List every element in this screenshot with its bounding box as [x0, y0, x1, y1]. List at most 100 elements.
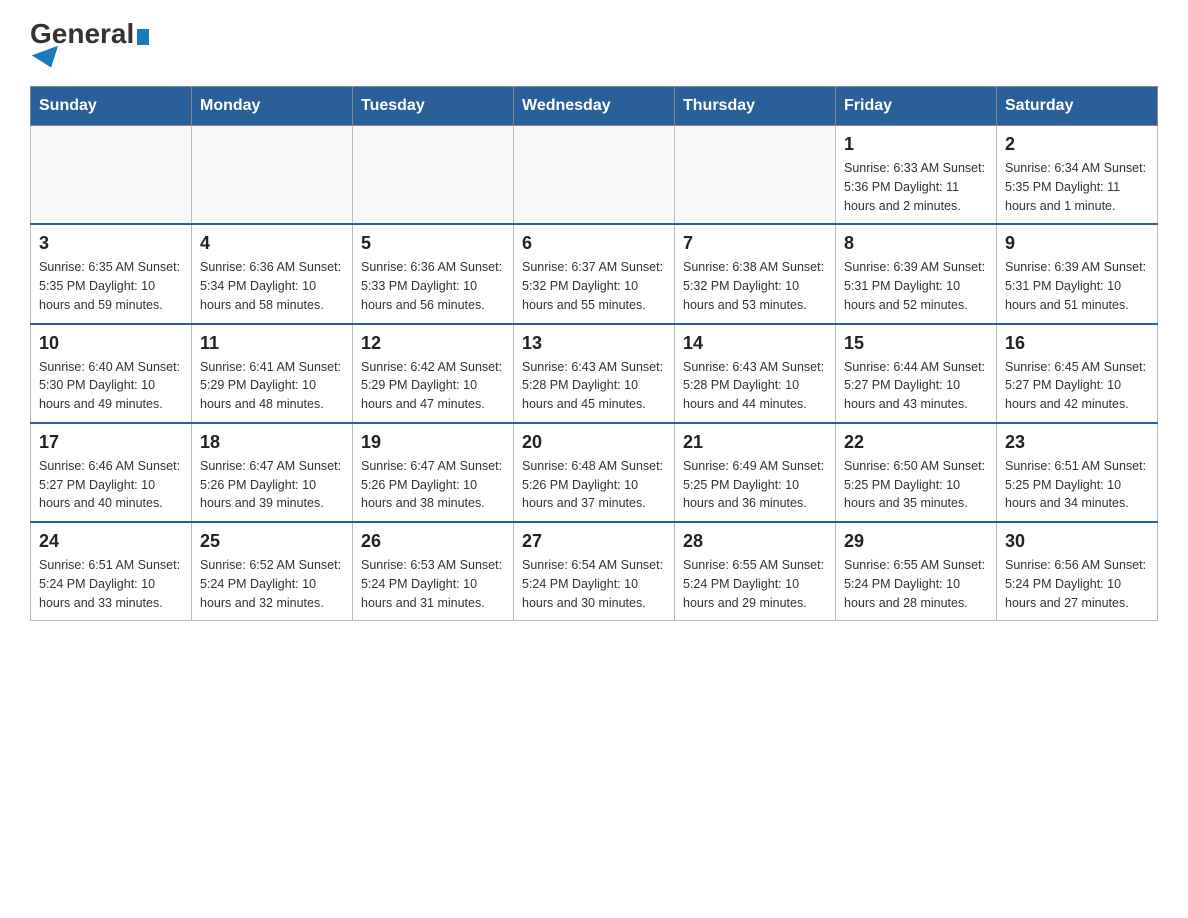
day-number: 3 — [39, 233, 183, 254]
calendar-day-cell: 4 Sunrise: 6:36 AM Sunset: 5:34 PM Daylig… — [192, 224, 353, 323]
calendar-week-row: 17 Sunrise: 6:46 AM Sunset: 5:27 PM Dayli… — [31, 423, 1158, 522]
day-info: Sunrise: 6:38 AM Sunset: 5:32 PM Dayligh… — [683, 258, 827, 314]
day-number: 29 — [844, 531, 988, 552]
day-number: 30 — [1005, 531, 1149, 552]
day-number: 20 — [522, 432, 666, 453]
day-info: Sunrise: 6:43 AM Sunset: 5:28 PM Dayligh… — [683, 358, 827, 414]
calendar-day-cell: 26 Sunrise: 6:53 AM Sunset: 5:24 PM Dayli… — [353, 522, 514, 621]
day-number: 11 — [200, 333, 344, 354]
day-number: 10 — [39, 333, 183, 354]
weekday-header-thursday: Thursday — [675, 87, 836, 126]
day-info: Sunrise: 6:48 AM Sunset: 5:26 PM Dayligh… — [522, 457, 666, 513]
day-info: Sunrise: 6:39 AM Sunset: 5:31 PM Dayligh… — [1005, 258, 1149, 314]
day-number: 4 — [200, 233, 344, 254]
day-number: 28 — [683, 531, 827, 552]
day-info: Sunrise: 6:35 AM Sunset: 5:35 PM Dayligh… — [39, 258, 183, 314]
logo-triangle-icon — [32, 46, 64, 72]
day-number: 26 — [361, 531, 505, 552]
day-info: Sunrise: 6:45 AM Sunset: 5:27 PM Dayligh… — [1005, 358, 1149, 414]
calendar-day-cell: 18 Sunrise: 6:47 AM Sunset: 5:26 PM Dayli… — [192, 423, 353, 522]
calendar-week-row: 1 Sunrise: 6:33 AM Sunset: 5:36 PM Daylig… — [31, 126, 1158, 225]
calendar-day-cell: 24 Sunrise: 6:51 AM Sunset: 5:24 PM Dayli… — [31, 522, 192, 621]
calendar-day-cell — [514, 126, 675, 225]
weekday-header-sunday: Sunday — [31, 87, 192, 126]
calendar-day-cell: 17 Sunrise: 6:46 AM Sunset: 5:27 PM Dayli… — [31, 423, 192, 522]
calendar-day-cell: 6Sunrise: 6:37 AM Sunset: 5:32 PM Daylig… — [514, 224, 675, 323]
calendar-day-cell: 19 Sunrise: 6:47 AM Sunset: 5:26 PM Dayli… — [353, 423, 514, 522]
day-number: 1 — [844, 134, 988, 155]
day-number: 21 — [683, 432, 827, 453]
calendar-day-cell: 20 Sunrise: 6:48 AM Sunset: 5:26 PM Dayli… — [514, 423, 675, 522]
day-number: 7 — [683, 233, 827, 254]
calendar-day-cell — [675, 126, 836, 225]
day-number: 19 — [361, 432, 505, 453]
calendar-day-cell: 13 Sunrise: 6:43 AM Sunset: 5:28 PM Dayli… — [514, 324, 675, 423]
calendar-day-cell: 30 Sunrise: 6:56 AM Sunset: 5:24 PM Dayli… — [997, 522, 1158, 621]
day-info: Sunrise: 6:55 AM Sunset: 5:24 PM Dayligh… — [683, 556, 827, 612]
logo-general-text: General — [30, 20, 149, 48]
day-info: Sunrise: 6:51 AM Sunset: 5:24 PM Dayligh… — [39, 556, 183, 612]
day-number: 5 — [361, 233, 505, 254]
logo-blue-text — [30, 48, 62, 66]
weekday-header-row: SundayMondayTuesdayWednesdayThursdayFrid… — [31, 87, 1158, 126]
day-info: Sunrise: 6:41 AM Sunset: 5:29 PM Dayligh… — [200, 358, 344, 414]
day-info: Sunrise: 6:51 AM Sunset: 5:25 PM Dayligh… — [1005, 457, 1149, 513]
day-number: 17 — [39, 432, 183, 453]
calendar-day-cell: 11 Sunrise: 6:41 AM Sunset: 5:29 PM Dayli… — [192, 324, 353, 423]
day-info: Sunrise: 6:39 AM Sunset: 5:31 PM Dayligh… — [844, 258, 988, 314]
calendar-day-cell: 2 Sunrise: 6:34 AM Sunset: 5:35 PM Daylig… — [997, 126, 1158, 225]
day-info: Sunrise: 6:53 AM Sunset: 5:24 PM Dayligh… — [361, 556, 505, 612]
calendar-day-cell: 12 Sunrise: 6:42 AM Sunset: 5:29 PM Dayli… — [353, 324, 514, 423]
day-info: Sunrise: 6:47 AM Sunset: 5:26 PM Dayligh… — [361, 457, 505, 513]
day-info: Sunrise: 6:49 AM Sunset: 5:25 PM Dayligh… — [683, 457, 827, 513]
day-number: 14 — [683, 333, 827, 354]
weekday-header-friday: Friday — [836, 87, 997, 126]
day-info: Sunrise: 6:54 AM Sunset: 5:24 PM Dayligh… — [522, 556, 666, 612]
calendar-day-cell: 14 Sunrise: 6:43 AM Sunset: 5:28 PM Dayli… — [675, 324, 836, 423]
day-info: Sunrise: 6:36 AM Sunset: 5:33 PM Dayligh… — [361, 258, 505, 314]
day-number: 24 — [39, 531, 183, 552]
weekday-header-saturday: Saturday — [997, 87, 1158, 126]
day-info: Sunrise: 6:36 AM Sunset: 5:34 PM Dayligh… — [200, 258, 344, 314]
day-number: 23 — [1005, 432, 1149, 453]
calendar-day-cell: 10 Sunrise: 6:40 AM Sunset: 5:30 PM Dayli… — [31, 324, 192, 423]
calendar-table: SundayMondayTuesdayWednesdayThursdayFrid… — [30, 86, 1158, 621]
calendar-day-cell — [31, 126, 192, 225]
calendar-day-cell: 8Sunrise: 6:39 AM Sunset: 5:31 PM Daylig… — [836, 224, 997, 323]
day-info: Sunrise: 6:56 AM Sunset: 5:24 PM Dayligh… — [1005, 556, 1149, 612]
calendar-day-cell: 16 Sunrise: 6:45 AM Sunset: 5:27 PM Dayli… — [997, 324, 1158, 423]
day-info: Sunrise: 6:44 AM Sunset: 5:27 PM Dayligh… — [844, 358, 988, 414]
day-info: Sunrise: 6:40 AM Sunset: 5:30 PM Dayligh… — [39, 358, 183, 414]
calendar-day-cell — [192, 126, 353, 225]
day-number: 12 — [361, 333, 505, 354]
day-info: Sunrise: 6:33 AM Sunset: 5:36 PM Dayligh… — [844, 159, 988, 215]
day-info: Sunrise: 6:34 AM Sunset: 5:35 PM Dayligh… — [1005, 159, 1149, 215]
day-info: Sunrise: 6:50 AM Sunset: 5:25 PM Dayligh… — [844, 457, 988, 513]
day-info: Sunrise: 6:47 AM Sunset: 5:26 PM Dayligh… — [200, 457, 344, 513]
calendar-day-cell: 29 Sunrise: 6:55 AM Sunset: 5:24 PM Dayli… — [836, 522, 997, 621]
day-number: 16 — [1005, 333, 1149, 354]
day-info: Sunrise: 6:52 AM Sunset: 5:24 PM Dayligh… — [200, 556, 344, 612]
page-header: General — [30, 20, 1158, 66]
day-number: 9 — [1005, 233, 1149, 254]
calendar-day-cell: 5 Sunrise: 6:36 AM Sunset: 5:33 PM Daylig… — [353, 224, 514, 323]
day-number: 6 — [522, 233, 666, 254]
calendar-day-cell: 1 Sunrise: 6:33 AM Sunset: 5:36 PM Daylig… — [836, 126, 997, 225]
calendar-day-cell: 22Sunrise: 6:50 AM Sunset: 5:25 PM Dayli… — [836, 423, 997, 522]
calendar-day-cell — [353, 126, 514, 225]
calendar-week-row: 24 Sunrise: 6:51 AM Sunset: 5:24 PM Dayli… — [31, 522, 1158, 621]
calendar-day-cell: 25 Sunrise: 6:52 AM Sunset: 5:24 PM Dayli… — [192, 522, 353, 621]
day-info: Sunrise: 6:55 AM Sunset: 5:24 PM Dayligh… — [844, 556, 988, 612]
day-info: Sunrise: 6:46 AM Sunset: 5:27 PM Dayligh… — [39, 457, 183, 513]
day-number: 25 — [200, 531, 344, 552]
calendar-day-cell: 28 Sunrise: 6:55 AM Sunset: 5:24 PM Dayli… — [675, 522, 836, 621]
logo: General — [30, 20, 149, 66]
day-info: Sunrise: 6:42 AM Sunset: 5:29 PM Dayligh… — [361, 358, 505, 414]
day-number: 2 — [1005, 134, 1149, 155]
calendar-day-cell: 7 Sunrise: 6:38 AM Sunset: 5:32 PM Daylig… — [675, 224, 836, 323]
day-number: 13 — [522, 333, 666, 354]
calendar-day-cell: 15 Sunrise: 6:44 AM Sunset: 5:27 PM Dayli… — [836, 324, 997, 423]
day-info: Sunrise: 6:43 AM Sunset: 5:28 PM Dayligh… — [522, 358, 666, 414]
day-number: 15 — [844, 333, 988, 354]
day-number: 18 — [200, 432, 344, 453]
